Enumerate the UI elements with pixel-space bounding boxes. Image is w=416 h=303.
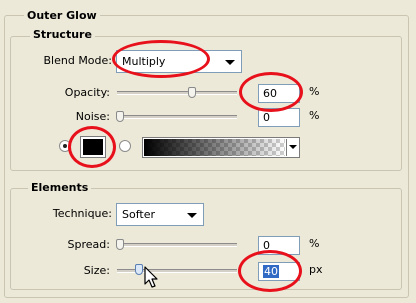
blend-mode-select[interactable]: Multiply [116,50,242,73]
size-value: 40 [263,265,279,278]
radio-dot-icon [63,144,67,148]
blend-mode-value: Multiply [122,55,166,68]
opacity-value: 60 [263,87,277,100]
spread-unit: % [309,237,320,250]
gradient-picker[interactable] [142,137,300,158]
noise-slider-knob[interactable] [116,111,124,122]
swatch-fill [83,139,103,155]
noise-field[interactable]: 0 [258,108,300,127]
opacity-field[interactable]: 60 [258,84,300,103]
noise-unit: % [309,109,320,122]
elements-title: Elements [28,181,92,194]
size-field[interactable]: 40 [258,262,300,281]
technique-label: Technique: [52,207,112,220]
spread-value: 0 [263,239,270,252]
noise-label: Noise: [75,110,110,123]
outer-glow-title: Outer Glow [24,9,100,22]
opacity-slider-track[interactable] [117,91,237,95]
spread-slider-track[interactable] [117,243,237,247]
noise-slider-track[interactable] [117,115,237,119]
size-slider-knob[interactable] [135,264,144,275]
size-label: Size: [83,264,110,277]
opacity-label: Opacity: [64,86,110,99]
technique-select[interactable]: Softer [116,203,204,226]
gradient-preview [144,139,285,156]
size-unit: px [309,263,323,276]
chevron-down-icon [289,145,297,149]
gradient-dropdown-button[interactable] [286,139,298,156]
spread-label: Spread: [67,238,110,251]
color-radio[interactable] [59,140,71,152]
opacity-slider-knob[interactable] [188,87,196,98]
blend-mode-label: Blend Mode: [43,54,113,67]
technique-value: Softer [122,208,155,221]
mouse-pointer-icon [144,266,158,288]
gradient-radio[interactable] [119,140,131,152]
noise-value: 0 [263,111,270,124]
spread-field[interactable]: 0 [258,236,300,255]
opacity-unit: % [309,85,320,98]
spread-slider-knob[interactable] [116,239,124,250]
structure-title: Structure [30,28,95,41]
color-swatch[interactable] [80,136,106,158]
chevron-down-icon [187,213,197,218]
chevron-down-icon [225,60,235,65]
